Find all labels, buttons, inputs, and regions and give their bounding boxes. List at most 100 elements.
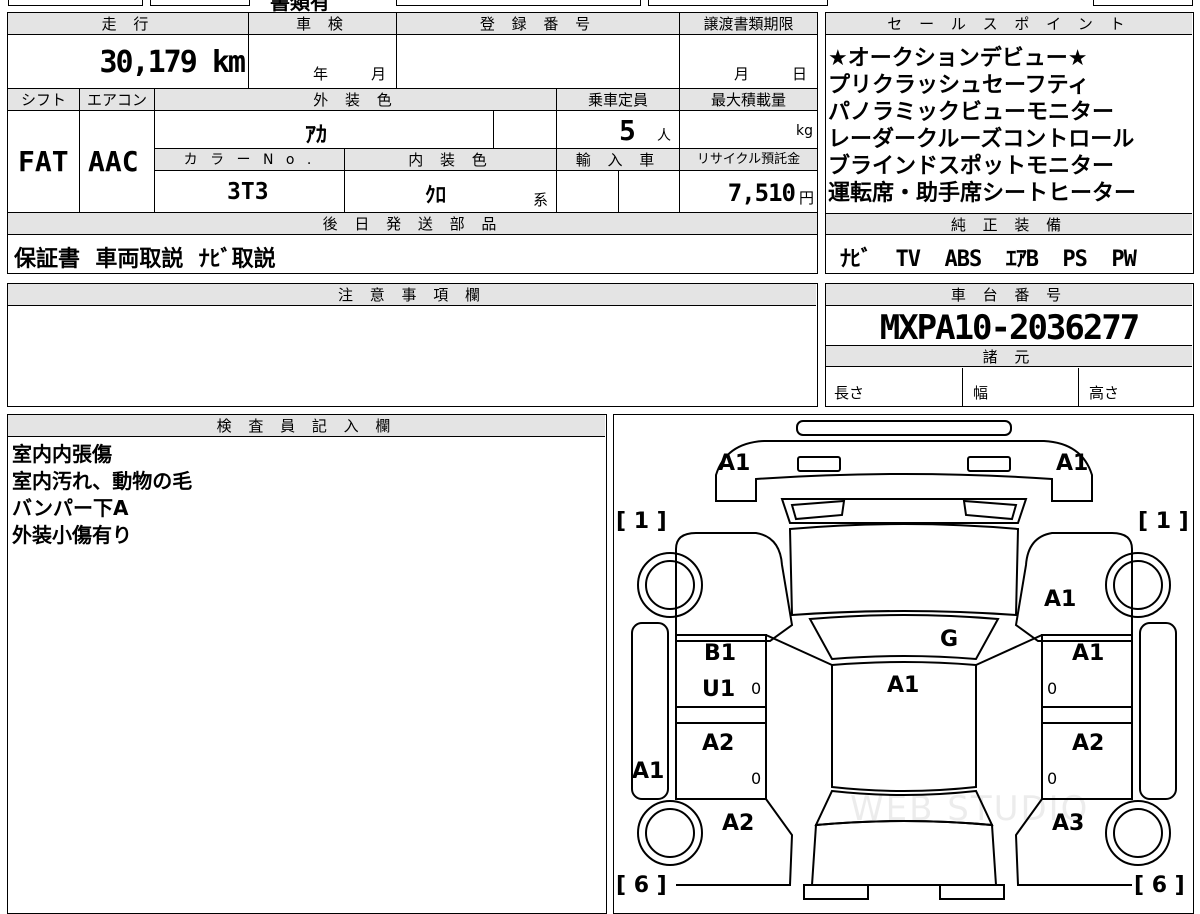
mileage-header: 走 行 bbox=[8, 13, 249, 35]
inspector-note: 室内汚れ、動物の毛 bbox=[12, 469, 193, 493]
inspector-header: 検 査 員 記 入 欄 bbox=[8, 415, 605, 437]
inspector-note: 室内内張傷 bbox=[12, 442, 112, 466]
max-load-header: 最大積載量 bbox=[680, 89, 817, 111]
exterior-color-cell: ｱｶ bbox=[155, 111, 494, 149]
chassis-panel: 車 台 番 号 MXPA10-2036277 諸 元 長さ 幅 高さ bbox=[825, 283, 1194, 407]
height-cell: 高さ bbox=[1079, 368, 1192, 406]
top-strip: 書類有 bbox=[0, 0, 1200, 14]
import-cell-b bbox=[619, 171, 680, 213]
interior-color-cell: ｸﾛ 系 bbox=[345, 171, 557, 213]
mileage-cell: 30,179 km bbox=[8, 35, 249, 89]
mileage-value: 30,179 km bbox=[99, 45, 246, 80]
mark-rear-left: A2 bbox=[722, 811, 755, 836]
exterior-color-header: 外 装 色 bbox=[155, 89, 557, 111]
watermark-text: WEB STUDIO bbox=[850, 789, 1090, 829]
sales-point-item: ブラインドスポットモニター bbox=[828, 154, 1115, 179]
capacity-unit: 人 bbox=[657, 128, 671, 144]
length-cell: 長さ bbox=[826, 368, 963, 406]
inspection-year-unit: 年 bbox=[313, 65, 329, 83]
sales-point-item: パノラミックビューモニター bbox=[828, 100, 1115, 125]
height-label: 高さ bbox=[1089, 384, 1120, 402]
inspector-note: 外装小傷有り bbox=[12, 523, 132, 547]
mark-roof: A1 bbox=[887, 673, 920, 698]
transfer-deadline-header: 譲渡書類期限 bbox=[680, 13, 817, 35]
shift-value: FAT bbox=[18, 145, 69, 178]
mark-side-left: A1 bbox=[632, 759, 665, 784]
max-load-unit: kg bbox=[796, 123, 813, 139]
color-no-header: カ ラ ー N o . bbox=[155, 149, 345, 171]
mark-door-left-front-2: U1 bbox=[702, 677, 736, 702]
inspector-note: バンパー下A bbox=[12, 496, 129, 520]
transfer-day-unit: 日 bbox=[792, 65, 808, 83]
aircon-cell: AAC bbox=[80, 111, 155, 213]
import-cell-a bbox=[557, 171, 619, 213]
length-label: 長さ bbox=[834, 384, 865, 402]
mark-windshield: G bbox=[940, 627, 959, 652]
notes-header: 注 意 事 項 欄 bbox=[8, 284, 816, 306]
genuine-equipment-value: ﾅﾋﾞ TV ABS ｴｱB PS PW bbox=[840, 247, 1137, 272]
capacity-value: 5 bbox=[619, 114, 636, 147]
tire-mark-rear-right: [ 6 ] bbox=[1134, 873, 1185, 898]
max-load-cell: kg bbox=[680, 111, 817, 149]
car-damage-diagram: A1 A1 [ 1 ] [ 1 ] A1 G B1 U1 0 A1 0 A1 A… bbox=[613, 414, 1194, 914]
recycle-unit: 円 bbox=[798, 189, 814, 207]
mark-zero-2: 0 bbox=[1047, 679, 1058, 698]
inspector-panel: 検 査 員 記 入 欄 室内内張傷 室内汚れ、動物の毛 バンパー下A 外装小傷有… bbox=[7, 414, 607, 914]
mark-fender-right: A1 bbox=[1044, 587, 1077, 612]
transfer-month-unit: 月 bbox=[734, 65, 750, 83]
genuine-equipment-header: 純 正 装 備 bbox=[826, 213, 1192, 235]
shift-header: シフト bbox=[8, 89, 80, 111]
tire-mark-front-right: [ 1 ] bbox=[1138, 509, 1189, 534]
exterior-color-extra-cell bbox=[494, 111, 557, 149]
mark-zero-4: 0 bbox=[1047, 769, 1058, 788]
inspection-month-unit: 月 bbox=[371, 65, 387, 83]
inspection-header: 車 検 bbox=[249, 13, 397, 35]
sales-point-item: 運転席・助手席シートヒーター bbox=[828, 181, 1137, 206]
aircon-value: AAC bbox=[88, 145, 139, 178]
specs-header: 諸 元 bbox=[826, 345, 1192, 367]
mark-front-left: A1 bbox=[718, 451, 751, 476]
chassis-header: 車 台 番 号 bbox=[826, 284, 1192, 306]
width-cell: 幅 bbox=[963, 368, 1079, 406]
notes-panel: 注 意 事 項 欄 bbox=[7, 283, 818, 407]
interior-color-value: ｸﾛ bbox=[425, 183, 446, 207]
inspector-notes: 室内内張傷 室内汚れ、動物の毛 バンパー下A 外装小傷有り bbox=[12, 441, 192, 549]
vehicle-info-table: 走 行 車 検 登 録 番 号 譲渡書類期限 30,179 km 年 月 月 日… bbox=[7, 12, 818, 274]
sales-point-item: ★オークションデビュー★ bbox=[828, 46, 1088, 71]
chassis-number: MXPA10-2036277 bbox=[879, 308, 1141, 348]
aircon-header: エアコン bbox=[80, 89, 155, 111]
transfer-deadline-cell: 月 日 bbox=[680, 35, 817, 89]
mark-zero-3: 0 bbox=[751, 769, 762, 788]
mark-door-left-rear: A2 bbox=[702, 731, 735, 756]
color-no-cell: 3T3 bbox=[155, 171, 345, 213]
interior-color-suffix: 系 bbox=[533, 191, 549, 209]
interior-color-header: 内 装 色 bbox=[345, 149, 557, 171]
mark-door-right-front: A1 bbox=[1072, 641, 1105, 666]
sales-points-panel: セ ー ル ス ポ イ ン ト ★オークションデビュー★ プリクラッシュセーフテ… bbox=[825, 12, 1194, 274]
sales-points-list: ★オークションデビュー★ プリクラッシュセーフティ パノラミックビューモニター … bbox=[828, 45, 1194, 207]
capacity-header: 乗車定員 bbox=[557, 89, 680, 111]
tire-mark-front-left: [ 1 ] bbox=[616, 509, 667, 534]
mark-zero-1: 0 bbox=[751, 679, 762, 698]
registration-header: 登 録 番 号 bbox=[397, 13, 680, 35]
import-header: 輸 入 車 bbox=[557, 149, 680, 171]
tire-mark-rear-left: [ 6 ] bbox=[616, 873, 667, 898]
mark-door-left-front-1: B1 bbox=[704, 641, 737, 666]
sales-point-item: レーダークルーズコントロール bbox=[828, 127, 1135, 152]
mark-front-right: A1 bbox=[1056, 451, 1089, 476]
exterior-color-value: ｱｶ bbox=[305, 123, 328, 148]
width-label: 幅 bbox=[973, 384, 989, 402]
recycle-cell: 7,510 円 bbox=[680, 171, 817, 213]
shipping-value: 保証書 車両取説 ﾅﾋﾞ取説 bbox=[14, 247, 276, 272]
capacity-cell: 5 人 bbox=[557, 111, 680, 149]
car-outline-svg bbox=[631, 420, 1177, 900]
shift-cell: FAT bbox=[8, 111, 80, 213]
recycle-header: リサイクル預託金 bbox=[680, 149, 817, 171]
mark-door-right-rear: A2 bbox=[1072, 731, 1105, 756]
inspection-cell: 年 月 bbox=[249, 35, 397, 89]
color-no-value: 3T3 bbox=[227, 179, 269, 205]
sales-point-item: プリクラッシュセーフティ bbox=[828, 73, 1090, 98]
registration-cell bbox=[397, 35, 680, 89]
recycle-value: 7,510 bbox=[727, 179, 796, 207]
shipping-header: 後 日 発 送 部 品 bbox=[8, 213, 817, 235]
